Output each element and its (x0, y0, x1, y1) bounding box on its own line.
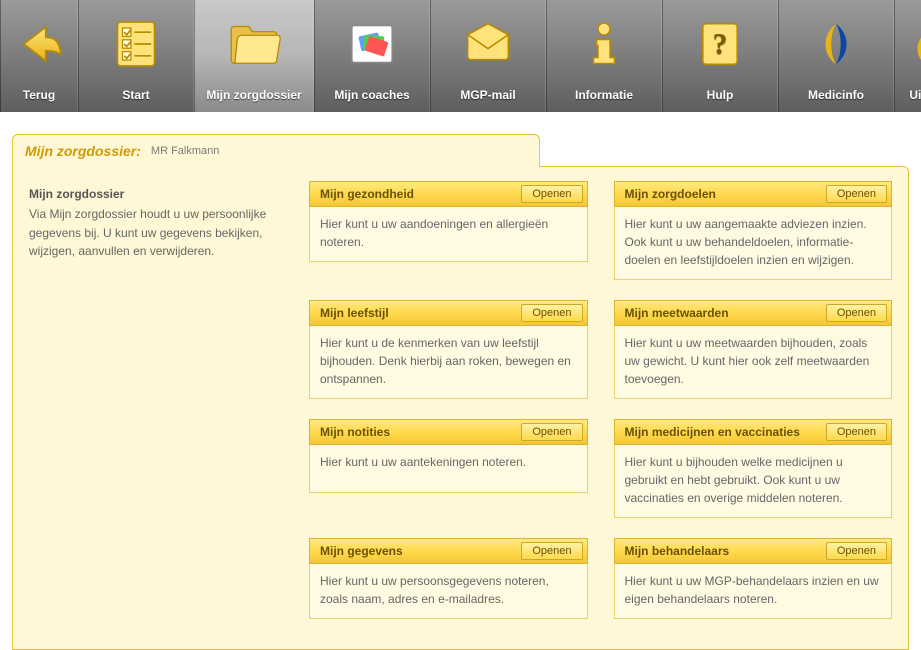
card-title: Mijn notities (320, 425, 390, 439)
patient-name: MR Falkmann (151, 145, 219, 157)
card-desc: Hier kunt u de kenmerken van uw leefstij… (309, 326, 588, 399)
card-head: Mijn zorgdoelen Openen (614, 181, 893, 207)
card-head: Mijn medicijnen en vaccinaties Openen (614, 419, 893, 445)
side-heading: Mijn zorgdossier (29, 187, 287, 201)
toolbar-logout[interactable]: Uitloggen (894, 0, 921, 112)
toolbar-label: Terug (23, 88, 55, 102)
toolbar-label: Start (122, 88, 149, 102)
toolbar-info[interactable]: Informatie (546, 0, 662, 112)
toolbar-label: MGP-mail (460, 88, 515, 102)
main-toolbar: Terug Start (0, 0, 921, 112)
mail-icon (456, 12, 520, 76)
toolbar-back[interactable]: Terug (0, 0, 78, 112)
card-title: Mijn gegevens (320, 544, 403, 558)
medicinfo-logo-icon (804, 12, 868, 76)
card-head: Mijn notities Openen (309, 419, 588, 445)
card-2: Mijn leefstijl Openen Hier kunt u de kenme… (309, 300, 588, 399)
card-desc: Hier kunt u uw aantekeningen noteren. (309, 445, 588, 493)
open-button[interactable]: Openen (826, 542, 887, 560)
side-intro: Mijn zorgdossier Via Mijn zorgdossier ho… (29, 181, 287, 619)
open-button[interactable]: Openen (521, 185, 582, 203)
svg-text:?: ? (713, 28, 728, 60)
folder-body: Mijn zorgdossier Via Mijn zorgdossier ho… (12, 166, 909, 650)
card-title: Mijn behandelaars (625, 544, 730, 558)
page-body: Mijn zorgdossier: MR Falkmann Mijn zorgd… (0, 112, 921, 650)
card-desc: Hier kunt u uw meetwaarden bijhouden, zo… (614, 326, 893, 399)
card-head: Mijn gegevens Openen (309, 538, 588, 564)
card-desc: Hier kunt u uw MGP-behandelaars inzien e… (614, 564, 893, 619)
card-head: Mijn behandelaars Openen (614, 538, 893, 564)
toolbar-label: Informatie (575, 88, 633, 102)
card-title: Mijn leefstijl (320, 306, 389, 320)
page-title: Mijn zorgdossier: (25, 143, 141, 159)
card-6: Mijn gegevens Openen Hier kunt u uw persoo… (309, 538, 588, 619)
open-button[interactable]: Openen (521, 423, 582, 441)
info-icon (572, 12, 636, 76)
card-desc: Hier kunt u uw aandoeningen en allergieë… (309, 207, 588, 262)
folder-tab: Mijn zorgdossier: MR Falkmann (12, 134, 540, 167)
folder-icon (222, 12, 286, 76)
card-desc: Hier kunt u uw aangemaakte adviezen inzi… (614, 207, 893, 280)
toolbar-dossier[interactable]: Mijn zorgdossier (194, 0, 314, 112)
card-title: Mijn meetwaarden (625, 306, 729, 320)
card-3: Mijn meetwaarden Openen Hier kunt u uw mee… (614, 300, 893, 399)
toolbar-coaches[interactable]: Mijn coaches (314, 0, 430, 112)
toolbar-help[interactable]: ? Hulp (662, 0, 778, 112)
open-button[interactable]: Openen (521, 542, 582, 560)
side-text: Via Mijn zorgdossier houdt u uw persoonl… (29, 205, 287, 261)
question-icon: ? (688, 12, 752, 76)
toolbar-label: Uitloggen (909, 88, 921, 102)
card-head: Mijn leefstijl Openen (309, 300, 588, 326)
card-7: Mijn behandelaars Openen Hier kunt u uw MG… (614, 538, 893, 619)
card-1: Mijn zorgdoelen Openen Hier kunt u uw aang… (614, 181, 893, 280)
checklist-icon (104, 12, 168, 76)
card-grid: Mijn gezondheid Openen Hier kunt u uw aand… (309, 181, 892, 619)
card-5: Mijn medicijnen en vaccinaties Openen Hier… (614, 419, 893, 518)
toolbar-start[interactable]: Start (78, 0, 194, 112)
toolbar-label: Medicinfo (808, 88, 864, 102)
toolbar-medicinfo[interactable]: Medicinfo (778, 0, 894, 112)
card-desc: Hier kunt u bijhouden welke medicijnen u… (614, 445, 893, 518)
open-button[interactable]: Openen (826, 185, 887, 203)
toolbar-mail[interactable]: MGP-mail (430, 0, 546, 112)
open-button[interactable]: Openen (826, 304, 887, 322)
card-0: Mijn gezondheid Openen Hier kunt u uw aand… (309, 181, 588, 280)
open-button[interactable]: Openen (521, 304, 582, 322)
card-4: Mijn notities Openen Hier kunt u uw aantek… (309, 419, 588, 518)
arrow-back-icon (7, 12, 71, 76)
open-button[interactable]: Openen (826, 423, 887, 441)
card-head: Mijn gezondheid Openen (309, 181, 588, 207)
logout-icon (905, 12, 921, 76)
toolbar-label: Mijn zorgdossier (206, 88, 301, 102)
photos-icon (340, 12, 404, 76)
card-title: Mijn zorgdoelen (625, 187, 716, 201)
toolbar-label: Mijn coaches (334, 88, 409, 102)
toolbar-label: Hulp (707, 88, 734, 102)
card-desc: Hier kunt u uw persoonsgegevens noteren,… (309, 564, 588, 619)
card-title: Mijn medicijnen en vaccinaties (625, 425, 800, 439)
card-head: Mijn meetwaarden Openen (614, 300, 893, 326)
card-title: Mijn gezondheid (320, 187, 414, 201)
